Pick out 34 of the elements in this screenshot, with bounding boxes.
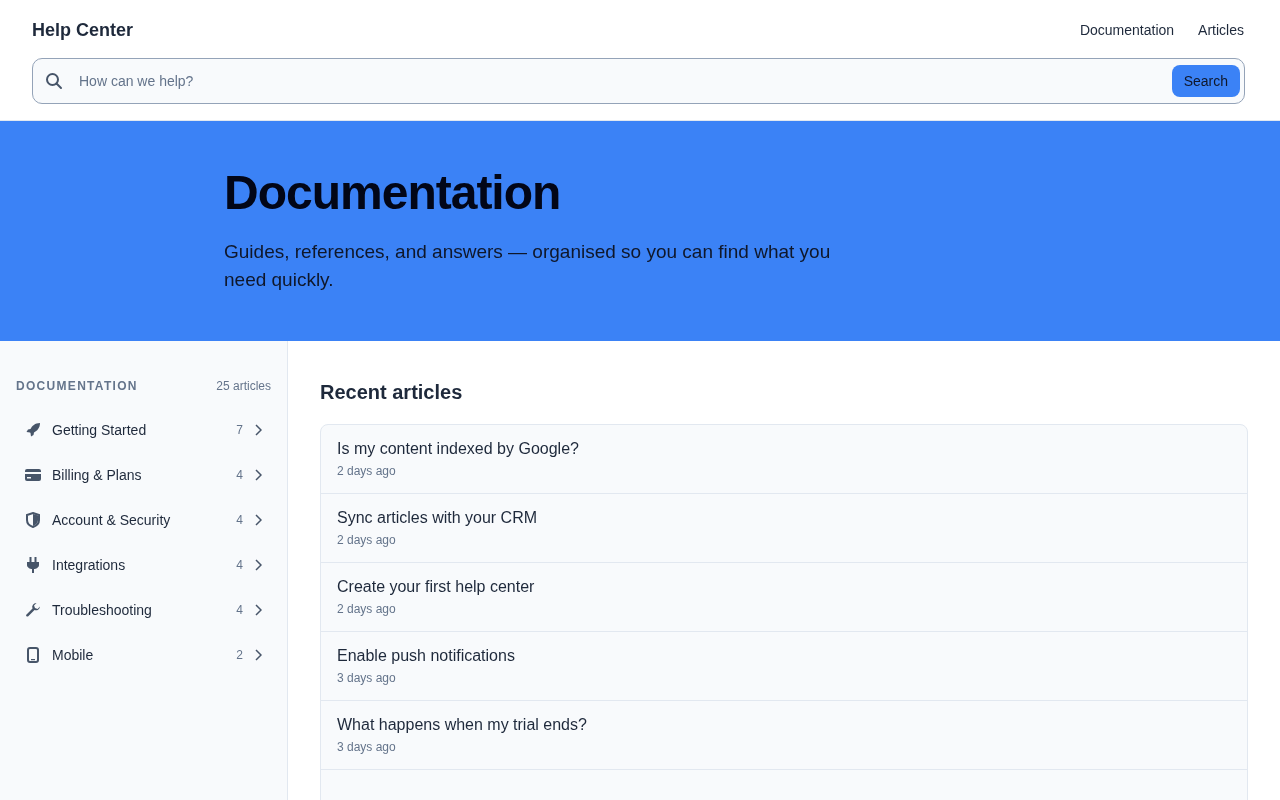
plug-icon xyxy=(25,556,41,573)
article-item[interactable]: Enable push notifications 3 days ago xyxy=(321,632,1247,701)
sidebar-item[interactable]: Troubleshooting 4 xyxy=(16,587,271,632)
sidebar-item[interactable]: Billing & Plans 4 xyxy=(16,452,271,497)
chevron-right-icon xyxy=(255,558,262,571)
site-title: Help Center xyxy=(32,19,134,41)
chevron-right-icon xyxy=(255,603,262,616)
chevron-right-icon xyxy=(255,468,262,481)
chevron-right-icon xyxy=(255,423,262,436)
sidebar-item[interactable]: Integrations 4 xyxy=(16,542,271,587)
section-title: Recent articles xyxy=(320,381,464,404)
sidebar-item[interactable]: Account & Security 4 xyxy=(16,497,271,542)
search-button[interactable]: Search xyxy=(1171,65,1240,97)
search-icon xyxy=(45,72,63,90)
credit-card-icon xyxy=(25,468,41,481)
article-item[interactable]: Create your first help center 2 days ago xyxy=(321,563,1247,632)
article-item[interactable]: Sync articles with your CRM 2 days ago xyxy=(321,494,1247,563)
article-item[interactable]: What happens when my trial ends? 3 days ago xyxy=(321,701,1247,770)
article-count: 25 articles xyxy=(216,379,271,393)
hero-title: Documentation xyxy=(224,165,562,220)
search-field[interactable]: How can we help? Search xyxy=(32,58,1245,104)
sidebar-item[interactable]: Getting Started 7 xyxy=(16,407,271,452)
hero-subtitle: Guides, references, and answers — organised so you can find what you need quickly. xyxy=(224,240,832,292)
rocket-icon xyxy=(25,421,41,438)
phone-icon xyxy=(25,646,41,663)
chevron-right-icon xyxy=(255,513,262,526)
chevron-right-icon xyxy=(255,648,262,661)
article-item[interactable]: Is my content indexed by Google? 2 days ago xyxy=(321,425,1247,494)
sidebar-heading: DOCUMENTATION xyxy=(16,379,138,393)
wrench-icon xyxy=(25,601,41,618)
nav-link[interactable]: Documentation xyxy=(1079,22,1175,38)
nav-link[interactable]: Articles xyxy=(1198,22,1244,38)
shield-icon xyxy=(25,511,41,528)
sidebar-item[interactable]: Mobile 2 xyxy=(16,632,271,677)
